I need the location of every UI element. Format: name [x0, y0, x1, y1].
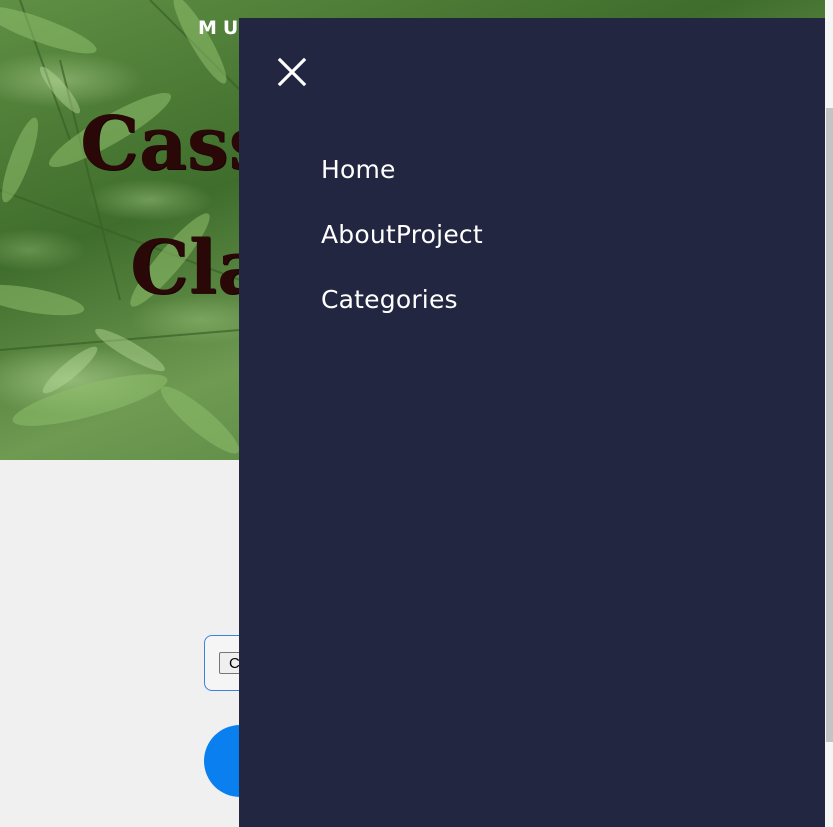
nav-list: Home AboutProject Categories: [321, 155, 483, 350]
nav-item-home[interactable]: Home: [321, 155, 483, 220]
side-navigation-menu: Home AboutProject Categories: [239, 18, 825, 827]
brand-logo-text[interactable]: MU: [198, 17, 244, 39]
nav-item-about-project[interactable]: AboutProject: [321, 220, 483, 285]
scrollbar-thumb[interactable]: [826, 108, 833, 742]
close-icon[interactable]: [277, 57, 307, 87]
nav-item-categories[interactable]: Categories: [321, 285, 483, 350]
